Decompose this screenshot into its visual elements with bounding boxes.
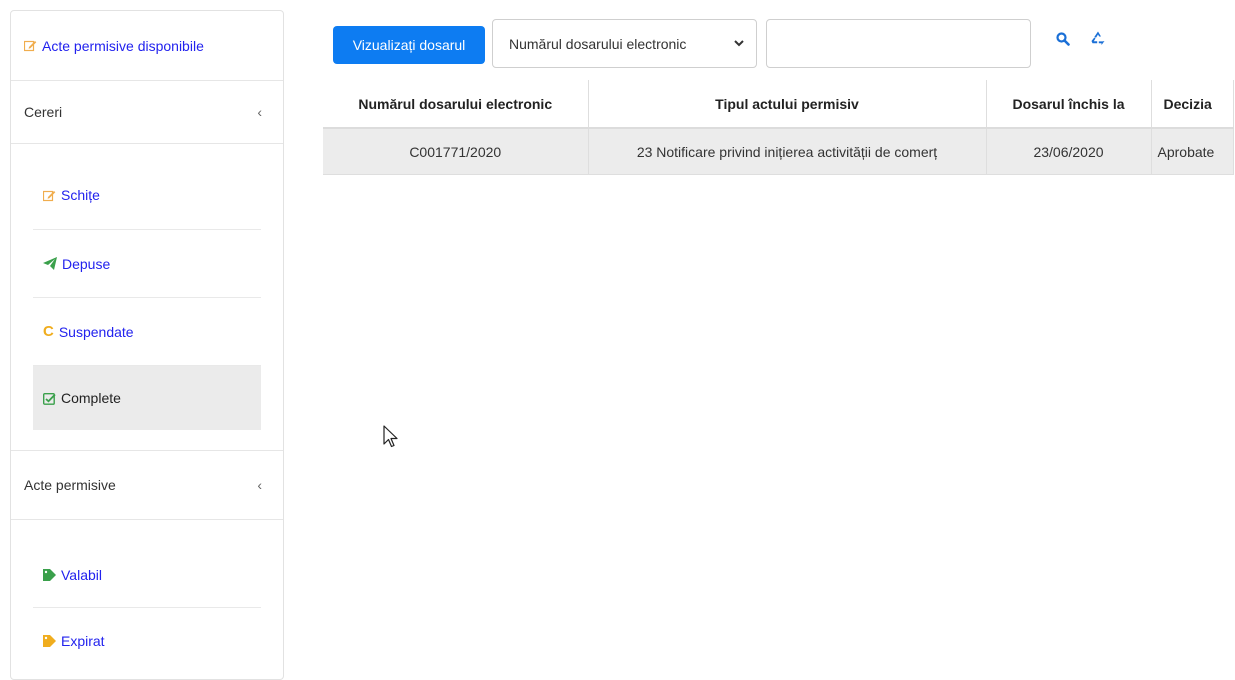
search-input[interactable] xyxy=(766,19,1031,68)
view-file-button[interactable]: Vizualizați dosarul xyxy=(333,26,485,64)
column-header[interactable]: Numărul dosarului electronic xyxy=(323,80,589,129)
permits-list: Valabil Expirat xyxy=(11,520,283,674)
table-cell: 23 Notificare privind inițierea activită… xyxy=(587,127,987,175)
table-row[interactable]: C001771/2020 23 Notificare privind iniți… xyxy=(323,127,1234,175)
sidebar-item-label: Valabil xyxy=(61,566,102,583)
requests-section-header[interactable]: Cereri ‹ xyxy=(11,81,283,144)
sidebar-item-label: Suspendate xyxy=(58,323,134,340)
edit-icon xyxy=(24,39,37,52)
sidebar-item-drafts[interactable]: Schițe xyxy=(33,161,261,230)
permits-section-label: Acte permisive xyxy=(24,477,116,493)
reset-icon[interactable] xyxy=(1090,30,1106,49)
sidebar-item-label: Schițe xyxy=(61,187,100,203)
table-cell: Aprobate xyxy=(1150,127,1234,175)
search-icon[interactable] xyxy=(1056,32,1070,49)
edit-icon xyxy=(43,189,56,202)
available-permits-row[interactable]: Acte permisive disponibile xyxy=(11,11,283,81)
sidebar-item-complete[interactable]: Complete xyxy=(33,366,261,430)
table-cell: 23/06/2020 xyxy=(985,127,1152,175)
requests-list: Schițe Depuse C Suspendate Complete xyxy=(11,144,283,451)
sidebar-item-suspended[interactable]: C Suspendate xyxy=(33,298,261,366)
mouse-pointer-icon xyxy=(383,425,399,452)
results-table: Numărul dosarului electronic Tipul actul… xyxy=(323,80,1234,175)
permits-section-header[interactable]: Acte permisive ‹ xyxy=(11,451,283,520)
sidebar-item-submitted[interactable]: Depuse xyxy=(33,230,261,298)
table-cell: C001771/2020 xyxy=(323,127,589,175)
refresh-icon: C xyxy=(43,323,54,340)
sidebar-item-expired[interactable]: Expirat xyxy=(33,608,261,674)
sidebar-item-valid[interactable]: Valabil xyxy=(33,542,261,608)
chevron-down-icon xyxy=(734,38,744,50)
column-header[interactable]: Tipul actului permisiv xyxy=(587,80,987,129)
check-square-icon xyxy=(43,392,56,405)
sidebar: Acte permisive disponibile Cereri ‹ Schi… xyxy=(10,10,284,680)
sidebar-item-label: Complete xyxy=(61,390,121,406)
sidebar-item-label: Expirat xyxy=(61,633,105,649)
select-value: Numărul dosarului electronic xyxy=(509,35,687,52)
table-header-row: Numărul dosarului electronic Tipul actul… xyxy=(323,80,1234,129)
tag-icon xyxy=(43,635,56,647)
tag-icon xyxy=(43,568,56,581)
requests-section-label: Cereri xyxy=(24,104,63,120)
available-permits-link[interactable]: Acte permisive disponibile xyxy=(42,38,204,54)
column-header[interactable]: Decizia xyxy=(1150,80,1234,129)
chevron-left-icon[interactable]: ‹ xyxy=(257,477,262,493)
search-field-select[interactable]: Numărul dosarului electronic xyxy=(492,19,757,68)
column-header[interactable]: Dosarul închis la xyxy=(985,80,1152,129)
sidebar-item-label: Depuse xyxy=(62,255,111,272)
chevron-left-icon[interactable]: ‹ xyxy=(257,104,262,120)
send-icon xyxy=(43,257,57,270)
